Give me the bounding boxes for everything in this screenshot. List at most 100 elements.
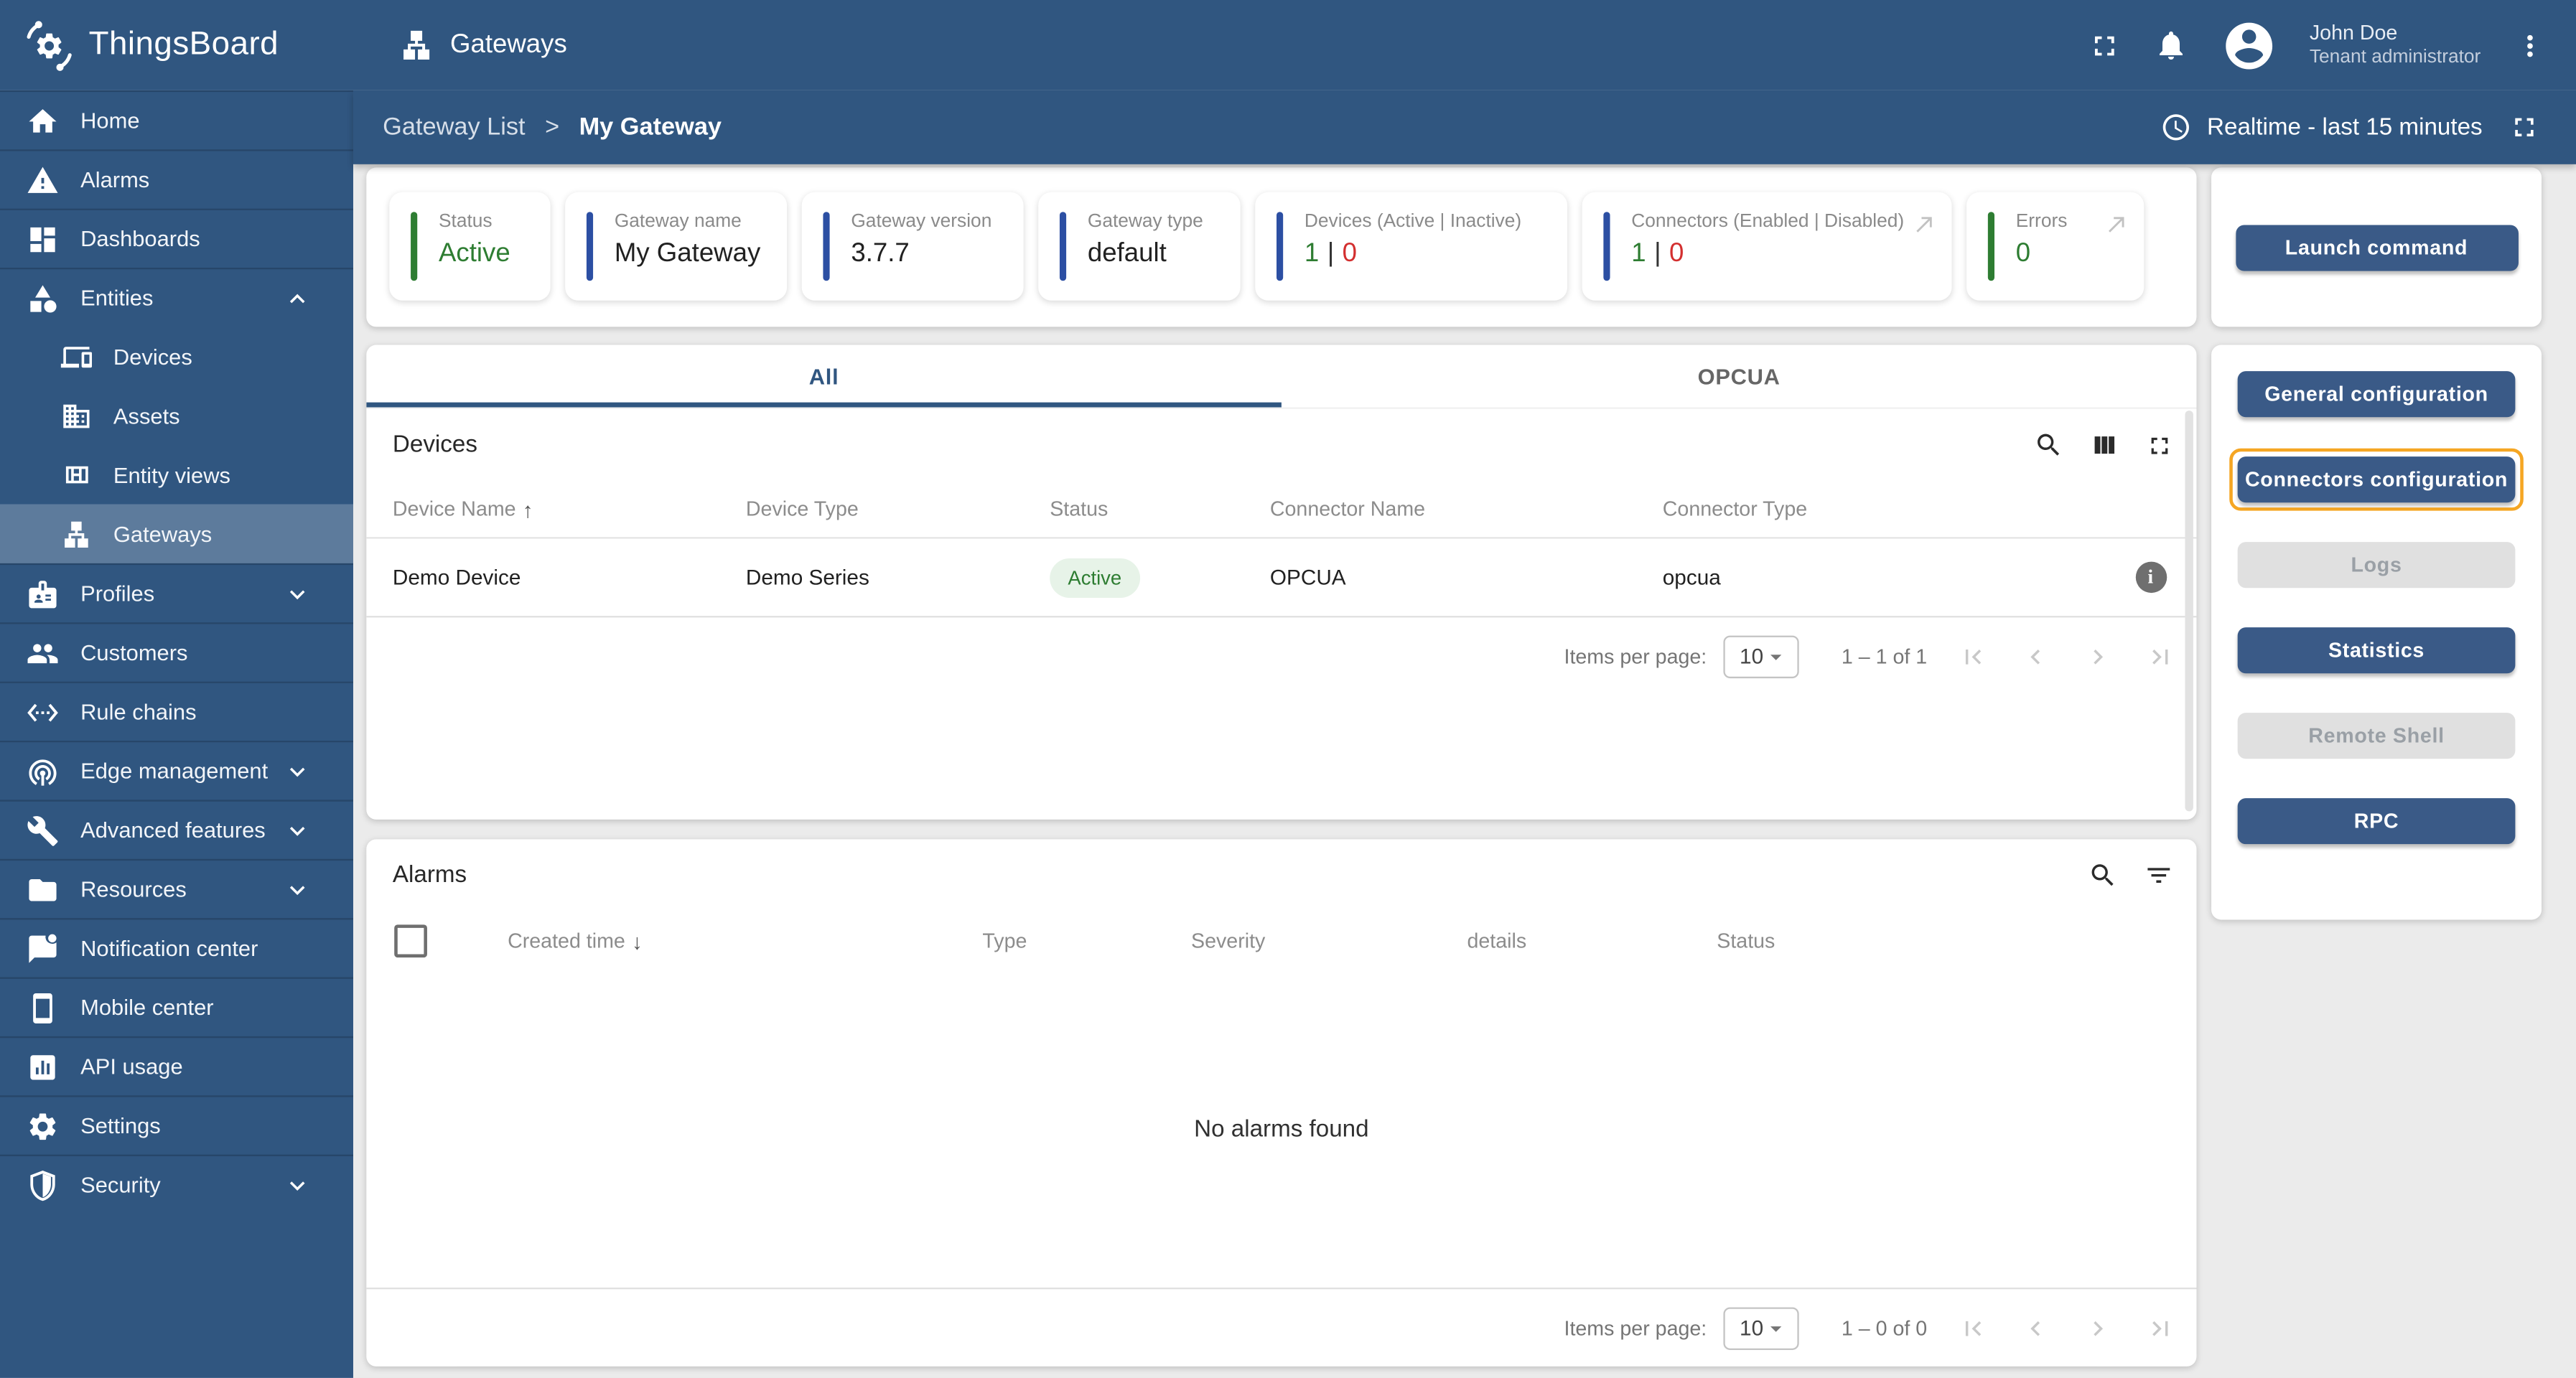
pager-buttons [1954,637,2180,676]
tab-all[interactable]: All [366,345,1282,408]
chevron-down-icon [283,579,312,609]
card-value: default [1088,240,1224,269]
last-page-button[interactable] [2141,1308,2180,1348]
sidebar-item-edge-management[interactable]: Edge management [0,741,353,800]
last-page-button[interactable] [2141,637,2180,676]
alarms-empty-state: No alarms found [366,970,2196,1288]
cell-device-type: Demo Series [746,565,1050,589]
sidebar-item-assets[interactable]: Assets [0,386,353,445]
sidebar-item-api-usage[interactable]: API usage [0,1036,353,1095]
launch-command-button[interactable]: Launch command [2235,224,2518,270]
card-label: Gateway type [1088,212,1224,231]
page-size-value: 10 [1740,1316,1763,1340]
more-vert-icon[interactable] [2514,29,2547,62]
column-device-type[interactable]: Device Type [746,497,1050,520]
open-link-icon[interactable] [2104,212,2129,236]
first-page-button[interactable] [1954,637,1993,676]
first-page-button[interactable] [1954,1308,1993,1348]
breadcrumb-current: My Gateway [579,113,722,141]
next-page-button[interactable] [2078,1308,2118,1348]
filter-icon[interactable] [2144,861,2173,890]
alarms-pagination: Items per page: 10 1 – 0 of 0 [366,1288,2196,1367]
notifications-bell-icon[interactable] [2153,28,2188,62]
sidebar-item-settings[interactable]: Settings [0,1095,353,1154]
page-size-select[interactable]: 10 [1723,634,1798,677]
sidebar-item-dashboards[interactable]: Dashboards [0,209,353,268]
status-badge: Active [1050,558,1139,597]
sidebar-item-advanced-features[interactable]: Advanced features [0,800,353,858]
chevron-left-icon [2021,642,2050,671]
breadcrumb-parent[interactable]: Gateway List [383,113,525,141]
sidebar-item-notification-center[interactable]: Notification center [0,918,353,977]
info-icon[interactable]: i [2135,562,2166,593]
user-role: Tenant administrator [2310,46,2481,70]
sidebar-item-home[interactable]: Home [0,90,353,149]
columns-icon[interactable] [2090,431,2119,460]
sidebar-item-devices[interactable]: Devices [0,327,353,385]
sidebar-item-entity-views[interactable]: Entity views [0,445,353,504]
dashboard-fullscreen-icon[interactable] [2509,112,2539,143]
column-created-time[interactable]: Created time↓ [508,929,982,953]
logs-button[interactable]: Logs [2238,542,2516,588]
sidebar-item-label: Dashboards [80,227,200,251]
badge-icon [27,577,60,610]
user-name: John Doe [2310,21,2481,47]
tab-indicator [366,403,1282,408]
cell-status: Active [1050,558,1270,597]
folder-icon [27,873,60,906]
prev-page-button[interactable] [2016,1308,2055,1348]
page-title-wrap: Gateways [399,28,567,62]
devices-widget-panel: All OPCUA Devices Device Name↑ Device Ty… [366,345,2196,820]
rpc-button[interactable]: RPC [2238,798,2516,844]
column-severity[interactable]: Severity [1191,929,1467,952]
sidebar-item-alarms[interactable]: Alarms [0,149,353,208]
search-icon[interactable] [2034,431,2063,460]
sidebar-item-security[interactable]: Security [0,1155,353,1214]
column-type[interactable]: Type [982,929,1191,952]
active-count: 1 [1305,240,1319,268]
tab-opcua[interactable]: OPCUA [1282,345,2197,408]
card-accent-bar [823,212,829,281]
prev-page-button[interactable] [2016,637,2055,676]
sidebar-item-label: Resources [80,877,187,901]
avatar[interactable] [2221,17,2277,73]
scrollbar[interactable] [2185,411,2193,811]
page-size-select[interactable]: 10 [1723,1306,1798,1349]
sidebar-item-rule-chains[interactable]: Rule chains [0,682,353,741]
sidebar-item-profiles[interactable]: Profiles [0,563,353,622]
sidebar-item-entities[interactable]: Entities [0,268,353,327]
alarms-toolbar [2088,861,2173,890]
devices-icon [61,341,92,372]
column-details[interactable]: details [1467,929,1717,952]
sidebar-item-label: Gateways [113,522,212,546]
timewindow-button[interactable]: Realtime - last 15 minutes [2161,112,2483,143]
sidebar-item-resources[interactable]: Resources [0,859,353,918]
column-status[interactable]: Status [1050,497,1270,520]
user-block[interactable]: John Doe Tenant administrator [2310,21,2481,70]
sidebar-item-mobile-center[interactable]: Mobile center [0,978,353,1036]
select-all-checkbox[interactable] [394,924,427,957]
fullscreen-icon[interactable] [2088,29,2121,62]
expand-fullscreen-icon[interactable] [2146,431,2174,459]
search-icon[interactable] [2088,861,2117,890]
table-row[interactable]: Demo Device Demo Series Active OPCUA opc… [366,537,2196,616]
alarms-header: Alarms [366,839,2196,911]
statistics-button[interactable]: Statistics [2238,627,2516,673]
app-logo[interactable]: ThingsBoard [0,0,353,90]
sidebar-item-customers[interactable]: Customers [0,622,353,681]
card-status: Status Active [389,192,550,301]
connectors-configuration-button[interactable]: Connectors configuration [2238,456,2516,502]
column-device-name[interactable]: Device Name↑ [393,497,746,521]
column-connector-type[interactable]: Connector Type [1663,497,2105,520]
chevron-down-icon [283,875,312,904]
column-connector-name[interactable]: Connector Name [1270,497,1663,520]
next-page-button[interactable] [2078,637,2118,676]
open-link-icon[interactable] [1913,212,1937,236]
remote-shell-button[interactable]: Remote Shell [2238,713,2516,759]
sidebar-item-label: Security [80,1173,161,1197]
sitemap-icon [399,28,434,62]
sidebar-item-gateways[interactable]: Gateways [0,505,353,563]
card-errors: Errors 0 [1966,192,2144,301]
general-configuration-button[interactable]: General configuration [2238,371,2516,417]
column-status[interactable]: Status [1717,929,2196,952]
